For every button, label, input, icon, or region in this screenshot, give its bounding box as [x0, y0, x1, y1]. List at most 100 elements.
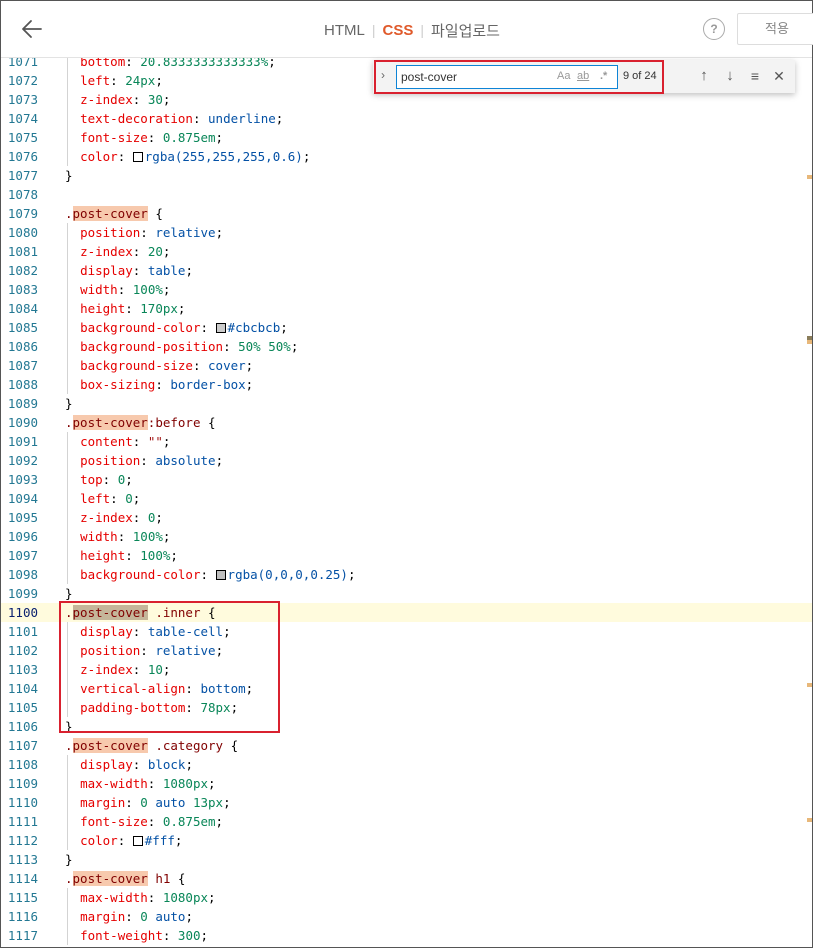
code-editor[interactable]: 1071 bottom: 20.8333333333333%; 1072 left… [1, 58, 812, 947]
help-icon[interactable]: ? [703, 18, 725, 40]
code-line[interactable]: 1099} [1, 584, 812, 603]
code-line[interactable]: 1110 margin: 0 auto 13px; [1, 793, 812, 812]
code-line[interactable]: 1101 display: table-cell; [1, 622, 812, 641]
code-line[interactable]: 1096 width: 100%; [1, 527, 812, 546]
code-line[interactable]: 1100 .post-cover .inner { [1, 603, 812, 622]
code-text: } [65, 168, 73, 183]
code-text: z-index: 10; [80, 662, 171, 677]
code-text: max-width: 1080px; [80, 776, 216, 791]
line-number: 1114 [7, 871, 38, 886]
code-line[interactable]: 1080 position: relative; [1, 223, 812, 242]
code-line[interactable]: 1089} [1, 394, 812, 413]
line-number: 1111 [7, 814, 38, 829]
code-line[interactable]: 1083 width: 100%; [1, 280, 812, 299]
code-line[interactable]: 1074 text-decoration: underline; [1, 109, 812, 128]
line-number: 1107 [7, 738, 38, 753]
line-number: 1073 [7, 92, 38, 107]
tab-file-upload[interactable]: 파일업로드 [431, 20, 500, 41]
code-text: width: 100%; [80, 529, 171, 544]
code-line[interactable]: 1077} [1, 166, 812, 185]
line-number: 1094 [7, 491, 38, 506]
apply-button[interactable]: 적용 [737, 13, 813, 45]
code-line[interactable]: 1075 font-size: 0.875em; [1, 128, 812, 147]
whole-word-toggle[interactable]: ab [577, 70, 589, 82]
code-line[interactable]: 1085 background-color: #cbcbcb; [1, 318, 812, 337]
next-match-arrow-icon[interactable]: ↓ [721, 67, 739, 85]
line-number: 1074 [7, 111, 38, 126]
code-line[interactable]: 1106} [1, 717, 812, 736]
code-line[interactable]: 1088 box-sizing: border-box; [1, 375, 812, 394]
code-line[interactable]: 1079 .post-cover { [1, 204, 812, 223]
tab-html[interactable]: HTML [324, 22, 365, 39]
code-line[interactable]: 1082 display: table; [1, 261, 812, 280]
code-line[interactable]: 1108 display: block; [1, 755, 812, 774]
code-text: background-color: rgba(0,0,0,0.25); [80, 567, 356, 582]
close-icon[interactable]: ✕ [770, 67, 788, 85]
code-text: box-sizing: border-box; [80, 377, 254, 392]
line-number: 1071 [7, 58, 38, 69]
line-number: 1108 [7, 757, 38, 772]
line-number: 1076 [7, 149, 38, 164]
tab-divider: | [371, 22, 376, 38]
line-number: 1083 [7, 282, 38, 297]
chevron-right-icon[interactable]: › [381, 68, 395, 84]
code-line[interactable]: 1114 .post-cover h1 { [1, 869, 812, 888]
code-line[interactable]: 1116 margin: 0 auto; [1, 907, 812, 926]
code-line[interactable]: 1117 font-weight: 300; [1, 926, 812, 945]
code-line[interactable]: 1076 color: rgba(255,255,255,0.6); [1, 147, 812, 166]
match-case-toggle[interactable]: Aa [557, 70, 570, 82]
code-line[interactable]: 1113} [1, 850, 812, 869]
code-line[interactable]: 1098 background-color: rgba(0,0,0,0.25); [1, 565, 812, 584]
line-number: 1103 [7, 662, 38, 677]
line-number: 1075 [7, 130, 38, 145]
code-line[interactable]: 1097 height: 100%; [1, 546, 812, 565]
code-line[interactable]: 1087 background-size: cover; [1, 356, 812, 375]
code-line[interactable]: 1093 top: 0; [1, 470, 812, 489]
line-number: 1092 [7, 453, 38, 468]
code-line[interactable]: 1104 vertical-align: bottom; [1, 679, 812, 698]
code-line[interactable]: 1092 position: absolute; [1, 451, 812, 470]
regex-toggle[interactable]: .* [600, 70, 607, 82]
scroll-marker [807, 683, 812, 687]
line-number: 1085 [7, 320, 38, 335]
code-line[interactable]: 1111 font-size: 0.875em; [1, 812, 812, 831]
code-text: z-index: 0; [80, 510, 163, 525]
tab-css[interactable]: CSS [382, 22, 413, 39]
code-text: padding-bottom: 78px; [80, 700, 239, 715]
find-in-selection-icon[interactable]: ≡ [746, 67, 764, 85]
code-line[interactable]: 1102 position: relative; [1, 641, 812, 660]
code-line[interactable]: 1084 height: 170px; [1, 299, 812, 318]
editor-tabs: HTML | CSS | 파일업로드 [324, 19, 500, 41]
back-arrow-icon[interactable] [19, 15, 47, 43]
code-text: .post-cover .inner { [65, 605, 216, 620]
code-line[interactable]: 1090 .post-cover:before { [1, 413, 812, 432]
line-number: 1078 [7, 187, 38, 202]
code-text: font-weight: 300; [80, 928, 209, 943]
code-text: } [65, 719, 73, 734]
code-text: display: table; [80, 263, 193, 278]
code-line[interactable]: 1109 max-width: 1080px; [1, 774, 812, 793]
code-text: background-position: 50% 50%; [80, 339, 299, 354]
code-line[interactable]: 1091 content: ""; [1, 432, 812, 451]
code-text: z-index: 20; [80, 244, 171, 259]
code-line[interactable]: 1112 color: #fff; [1, 831, 812, 850]
code-line[interactable]: 1115 max-width: 1080px; [1, 888, 812, 907]
scroll-marker [807, 175, 812, 179]
code-line[interactable]: 1107 .post-cover .category { [1, 736, 812, 755]
code-line[interactable]: 1105 padding-bottom: 78px; [1, 698, 812, 717]
code-text: height: 100%; [80, 548, 178, 563]
code-line[interactable]: 1103 z-index: 10; [1, 660, 812, 679]
match-count: 9 of 24 [623, 70, 657, 82]
line-number: 1077 [7, 168, 38, 183]
code-text: .post-cover { [65, 206, 163, 221]
code-line[interactable]: 1095 z-index: 0; [1, 508, 812, 527]
previous-match-arrow-icon[interactable]: ↑ [695, 67, 713, 85]
code-text: font-size: 0.875em; [80, 130, 224, 145]
line-number: 1084 [7, 301, 38, 316]
code-line[interactable]: 1081 z-index: 20; [1, 242, 812, 261]
code-line[interactable]: 1094 left: 0; [1, 489, 812, 508]
code-line[interactable]: 1078 [1, 185, 812, 204]
line-number: 1099 [7, 586, 38, 601]
code-text: .post-cover:before { [65, 415, 216, 430]
code-line[interactable]: 1086 background-position: 50% 50%; [1, 337, 812, 356]
